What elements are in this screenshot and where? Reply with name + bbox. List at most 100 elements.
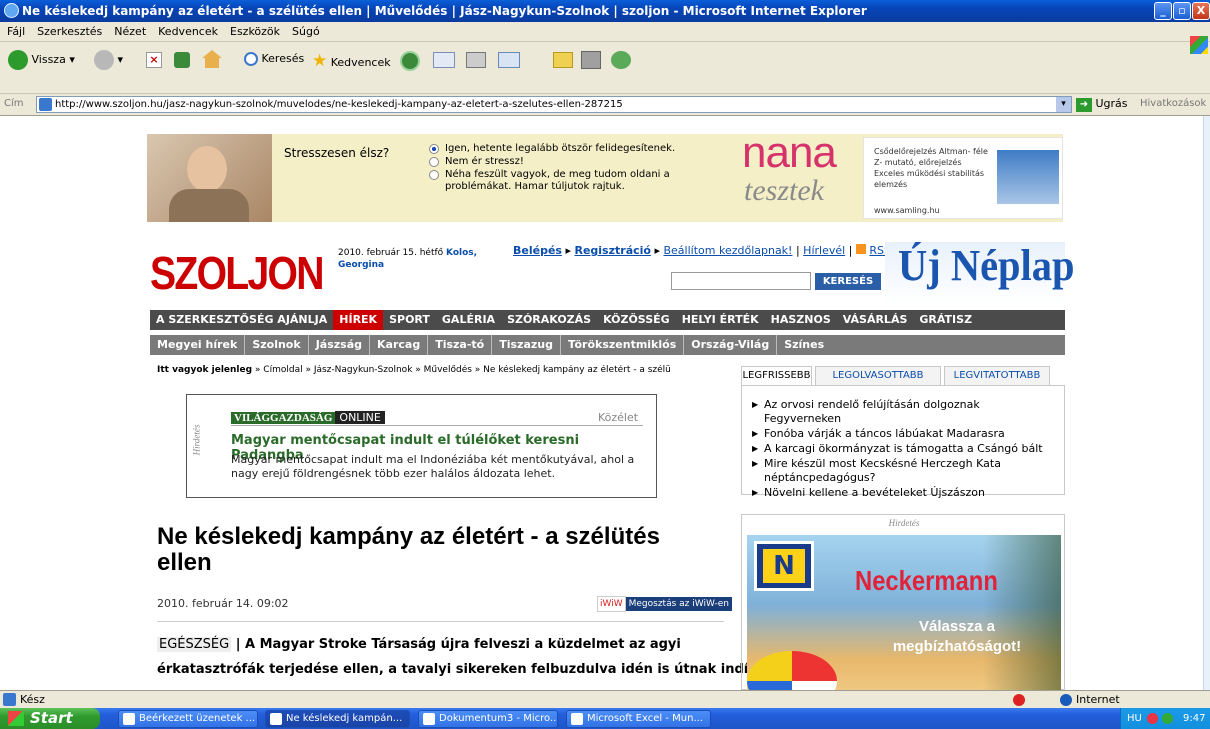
forward-button[interactable]: ▾ xyxy=(94,50,123,70)
subnav-item[interactable]: Ország-Világ xyxy=(684,335,778,355)
nav-item[interactable]: VÁSÁRLÁS xyxy=(837,310,914,330)
maximize-button[interactable]: ▫ xyxy=(1173,2,1191,20)
start-button[interactable]: Start xyxy=(0,708,100,729)
breadcrumb-item[interactable]: Címoldal xyxy=(263,365,302,375)
mail-icon[interactable] xyxy=(433,52,455,68)
menu-tools[interactable]: Eszközök xyxy=(225,22,285,42)
poll-option[interactable]: Nem ér stressz! xyxy=(427,156,697,168)
breadcrumb-label: Itt vagyok jelenleg xyxy=(157,365,253,375)
side-banner-ad[interactable]: Csődelőrejelzés Altman- féle Z- mutató, … xyxy=(863,137,1063,219)
subnav-item[interactable]: Jászság xyxy=(309,335,370,355)
news-item[interactable]: Növelni kellene a bevételeket Újszászon xyxy=(752,486,1058,500)
menu-edit[interactable]: Szerkesztés xyxy=(32,22,107,42)
stop-icon[interactable]: × xyxy=(146,52,162,68)
address-input[interactable]: http://www.szoljon.hu/jasz-nagykun-szoln… xyxy=(36,96,1072,113)
breadcrumb-item[interactable]: Művelődés xyxy=(424,365,472,375)
iwiw-icon: iWiW xyxy=(597,596,626,612)
task-word[interactable]: Dokumentum3 - Micro... xyxy=(418,710,558,728)
subnav-item[interactable]: Megyei hírek xyxy=(150,335,246,355)
close-button[interactable]: X xyxy=(1192,2,1210,20)
home-icon[interactable] xyxy=(202,50,222,68)
address-dropdown-icon[interactable]: ▾ xyxy=(1056,97,1071,112)
uj-neplap-brand[interactable]: Új Néplap xyxy=(898,240,1075,291)
nav-item[interactable]: SPORT xyxy=(383,310,436,330)
news-item[interactable]: Mire készül most Kecskésné Herczegh Kata… xyxy=(752,457,1058,485)
ad-section: Közélet xyxy=(598,411,639,424)
register-link[interactable]: Regisztráció xyxy=(574,244,650,257)
breadcrumb-item[interactable]: Jász-Nagykun-Szolnok xyxy=(314,365,413,375)
clock[interactable]: 9:47 xyxy=(1183,708,1205,729)
popup-blocker-icon[interactable] xyxy=(1013,694,1025,706)
nav-item[interactable]: HELYI ÉRTÉK xyxy=(676,310,765,330)
radio-icon xyxy=(429,170,439,180)
favorites-button[interactable]: ★ Kedvencek xyxy=(312,51,391,71)
tab-most-discussed[interactable]: LEGVITATOTTABB xyxy=(944,366,1050,385)
minimize-button[interactable]: _ xyxy=(1154,2,1172,20)
folder-icon[interactable] xyxy=(553,52,573,68)
newsletter-link[interactable]: Hírlevél xyxy=(803,244,845,257)
go-button[interactable]: ➜ Ugrás xyxy=(1076,97,1128,112)
poll-option[interactable]: Néha feszült vagyok, de meg tudom oldani… xyxy=(427,169,697,193)
system-tray: HU 9:47 xyxy=(1120,708,1210,729)
history-icon[interactable] xyxy=(400,51,420,71)
window-titlebar[interactable]: Ne késlekedj kampány az életért - a szél… xyxy=(0,0,1210,22)
nav-item[interactable]: SZÓRAKOZÁS xyxy=(501,310,597,330)
task-excel[interactable]: Microsoft Excel - Mun... xyxy=(566,710,711,728)
site-logo[interactable]: SZOLJON xyxy=(150,246,324,300)
tab-latest[interactable]: LEGFRISSEBB xyxy=(741,366,812,385)
vertical-scrollbar[interactable] xyxy=(1203,116,1210,690)
tray-icon[interactable] xyxy=(1147,713,1158,724)
top-banner-ad[interactable]: Stresszesen élsz? Igen, hetente legalább… xyxy=(147,128,1063,222)
inline-ad-box[interactable]: Hirdetés VILÁGGAZDASÁG ONLINE Közélet Mag… xyxy=(186,394,657,498)
login-link[interactable]: Belépés xyxy=(513,244,562,257)
set-homepage-link[interactable]: Beállítom kezdőlapnak! xyxy=(663,244,792,257)
category-tag[interactable]: EGÉSZSÉG xyxy=(157,637,232,652)
header-date: 2010. február 15. hétfő xyxy=(338,248,444,258)
news-item[interactable]: A karcagi ökormányzat is támogatta a Csá… xyxy=(752,442,1058,456)
news-item[interactable]: Fonóba várják a táncos lábúakat Madarasr… xyxy=(752,427,1058,441)
share-button[interactable]: iWiW Megosztás az iWiW-en xyxy=(597,596,732,612)
edit-icon[interactable] xyxy=(498,52,520,68)
poll-option[interactable]: Igen, hetente legalább ötször felidegesí… xyxy=(427,143,697,155)
messenger-icon[interactable] xyxy=(611,51,631,69)
search-submit-button[interactable]: KERESÉS xyxy=(815,273,881,290)
subnav-item[interactable]: Karcag xyxy=(370,335,429,355)
task-inbox[interactable]: Beérkezett üzenetek ... xyxy=(118,710,258,728)
language-indicator[interactable]: HU xyxy=(1127,708,1142,729)
radio-icon xyxy=(429,157,439,167)
refresh-icon[interactable] xyxy=(174,52,190,68)
menu-help[interactable]: Súgó xyxy=(287,22,325,42)
subnav-item[interactable]: Tisza-tó xyxy=(428,335,493,355)
news-item[interactable]: Az orvosi rendelő felújításán dolgoznak … xyxy=(752,398,1058,426)
nana-brand: nana xyxy=(742,128,837,177)
nav-item[interactable]: GRÁTISZ xyxy=(913,310,978,330)
subnav-item[interactable]: Tiszazug xyxy=(492,335,561,355)
article-lead: EGÉSZSÉG | A Magyar Stroke Társaság újra… xyxy=(157,637,768,677)
forward-arrow-icon xyxy=(94,50,114,70)
stressed-woman-photo xyxy=(147,134,272,222)
tab-most-read[interactable]: LEGOLVASOTTABB xyxy=(815,366,941,385)
nav-item[interactable]: GALÉRIA xyxy=(436,310,501,330)
print-icon[interactable] xyxy=(466,52,486,68)
search-input[interactable] xyxy=(671,272,811,290)
task-browser[interactable]: Ne késlekedj kampán... xyxy=(265,710,410,728)
nav-item-active[interactable]: HÍREK xyxy=(333,310,384,330)
links-label[interactable]: Hivatkozások xyxy=(1140,98,1206,109)
back-button[interactable]: Vissza ▾ xyxy=(8,50,75,70)
menu-file[interactable]: Fájl xyxy=(2,22,30,42)
tray-icon[interactable] xyxy=(1162,713,1173,724)
banner-question: Stresszesen élsz? xyxy=(284,146,390,160)
side-banner-url: www.samling.hu xyxy=(874,206,940,215)
subnav-item[interactable]: Törökszentmiklós xyxy=(561,335,685,355)
nav-item[interactable]: HASZNOS xyxy=(765,310,837,330)
menu-favorites[interactable]: Kedvencek xyxy=(153,22,223,42)
zone-text: Internet xyxy=(1076,693,1120,706)
subnav-item[interactable]: Színes xyxy=(777,335,831,355)
side-ad-box[interactable]: Hirdetés N Neckermann Válassza a megbízh… xyxy=(741,514,1065,690)
nav-item[interactable]: A SZERKESZTŐSÉG AJÁNLJA xyxy=(150,310,333,330)
research-icon[interactable] xyxy=(581,51,601,69)
subnav-item[interactable]: Szolnok xyxy=(245,335,309,355)
search-button[interactable]: Keresés xyxy=(244,52,304,66)
nav-item[interactable]: KÖZÖSSÉG xyxy=(597,310,676,330)
menu-view[interactable]: Nézet xyxy=(109,22,151,42)
